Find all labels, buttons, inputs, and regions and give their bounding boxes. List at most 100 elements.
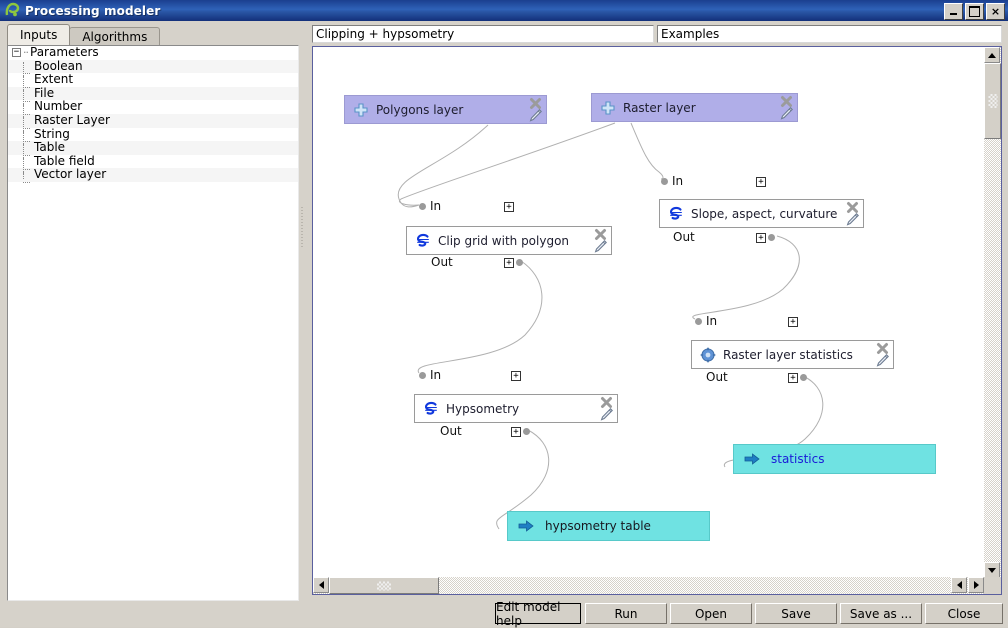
- edit-pencil-icon[interactable]: [845, 212, 860, 227]
- node-raster-layer-statistics[interactable]: Raster layer statistics: [691, 340, 894, 369]
- port-out-dot-clip-grid[interactable]: [516, 259, 527, 266]
- tree-item-file[interactable]: File: [8, 87, 298, 101]
- tab-algorithms[interactable]: Algorithms: [69, 27, 160, 45]
- node-actions: [596, 396, 614, 423]
- expand-in-hypsometry[interactable]: +: [511, 371, 521, 381]
- connection-lines: [313, 47, 985, 578]
- port-in-slope[interactable]: In: [661, 174, 683, 188]
- node-actions: [590, 228, 608, 255]
- port-label: In: [430, 199, 441, 213]
- run-button[interactable]: Run: [585, 603, 667, 624]
- model-canvas[interactable]: Polygons layer: [313, 47, 985, 578]
- node-slope-aspect-curvature[interactable]: Slope, aspect, curvature: [659, 199, 864, 228]
- window-title: Processing modeler: [25, 4, 160, 18]
- tree-root-label: Parameters: [30, 46, 99, 60]
- scroll-right-prev-button[interactable]: [951, 577, 967, 593]
- tree-item-extent[interactable]: Extent: [8, 73, 298, 87]
- model-panel: Clipping + hypsometry Examples: [306, 21, 1008, 601]
- tree-item-label: Boolean: [34, 60, 83, 74]
- tree-item-label: String: [34, 128, 70, 142]
- parameters-tree[interactable]: −·· Parameters Boolean Extent File Numbe…: [7, 45, 299, 601]
- tree-item-number[interactable]: Number: [8, 100, 298, 114]
- node-output-statistics[interactable]: statistics: [733, 444, 936, 474]
- dialog-button-bar: Edit model help Run Open Save Save as ..…: [0, 601, 1008, 627]
- scroll-up-button[interactable]: [984, 47, 1000, 63]
- horizontal-scroll-thumb[interactable]: [329, 577, 439, 594]
- port-in-hypsometry[interactable]: In: [419, 368, 441, 382]
- port-label: In: [430, 368, 441, 382]
- node-label: Clip grid with polygon: [438, 234, 569, 248]
- port-out-dot-hypsometry[interactable]: [523, 428, 534, 435]
- node-actions: [842, 201, 860, 228]
- node-raster-layer[interactable]: Raster layer: [591, 93, 798, 122]
- tree-item-vector-layer[interactable]: Vector layer: [8, 168, 298, 182]
- model-name-input[interactable]: Clipping + hypsometry: [312, 25, 654, 43]
- port-in-clip-grid[interactable]: In: [419, 199, 441, 213]
- scroll-right-button[interactable]: [968, 577, 984, 593]
- tree-item-string[interactable]: String: [8, 128, 298, 142]
- edit-pencil-icon[interactable]: [779, 106, 794, 121]
- plus-cross-icon: [353, 102, 369, 118]
- tree-item-boolean[interactable]: Boolean: [8, 60, 298, 74]
- close-button[interactable]: ×: [986, 3, 1005, 20]
- node-label: Slope, aspect, curvature: [691, 207, 837, 221]
- vertical-scroll-thumb[interactable]: [984, 63, 1001, 139]
- panel-splitter[interactable]: [299, 25, 306, 579]
- node-actions: [872, 342, 890, 369]
- plus-cross-icon: [600, 100, 616, 116]
- node-label: Hypsometry: [446, 402, 519, 416]
- saga-icon: [668, 206, 684, 222]
- port-out-clip-grid[interactable]: Out: [431, 255, 453, 269]
- port-out-dot-raster-stats[interactable]: [800, 374, 811, 381]
- tree-item-label: Table field: [34, 155, 95, 169]
- edit-pencil-icon[interactable]: [593, 239, 608, 254]
- port-out-hypsometry[interactable]: Out: [440, 424, 462, 438]
- collapse-icon[interactable]: −: [12, 48, 21, 57]
- expand-in-clip-grid[interactable]: +: [504, 202, 514, 212]
- edit-pencil-icon[interactable]: [599, 407, 614, 422]
- port-out-dot-slope[interactable]: [768, 234, 779, 241]
- edit-model-help-button[interactable]: Edit model help: [495, 603, 581, 624]
- node-label: statistics: [771, 452, 825, 466]
- open-button[interactable]: Open: [670, 603, 752, 624]
- port-out-raster-stats[interactable]: Out: [706, 370, 728, 384]
- expand-out-slope[interactable]: +: [756, 233, 766, 243]
- expand-in-raster-stats[interactable]: +: [788, 317, 798, 327]
- tree-item-label: Raster Layer: [34, 114, 110, 128]
- saga-icon: [415, 233, 431, 249]
- scroll-left-button[interactable]: [313, 577, 329, 593]
- node-output-hypsometry-table[interactable]: hypsometry table: [507, 511, 710, 541]
- maximize-button[interactable]: [965, 3, 984, 20]
- save-as-button[interactable]: Save as ...: [840, 603, 922, 624]
- port-in-raster-stats[interactable]: In: [695, 314, 717, 328]
- tree-item-raster-layer[interactable]: Raster Layer: [8, 114, 298, 128]
- tree-item-label: File: [34, 87, 54, 101]
- expand-out-hypsometry[interactable]: +: [511, 427, 521, 437]
- expand-out-raster-stats[interactable]: +: [788, 373, 798, 383]
- save-button[interactable]: Save: [755, 603, 837, 624]
- minimize-button[interactable]: [944, 3, 963, 20]
- canvas-horizontal-scrollbar[interactable]: [313, 577, 985, 594]
- tree-root-parameters[interactable]: −·· Parameters: [8, 46, 298, 60]
- node-hypsometry[interactable]: Hypsometry: [414, 394, 618, 423]
- expand-out-clip-grid[interactable]: +: [504, 258, 514, 268]
- node-label: Polygons layer: [376, 103, 463, 117]
- model-group-input[interactable]: Examples: [657, 25, 1002, 43]
- expand-in-slope[interactable]: +: [756, 177, 766, 187]
- node-polygons-layer[interactable]: Polygons layer: [344, 95, 547, 124]
- qgis-icon: [4, 2, 21, 19]
- node-clip-grid-with-polygon[interactable]: Clip grid with polygon: [406, 226, 612, 255]
- edit-pencil-icon[interactable]: [875, 353, 890, 368]
- tree-item-table[interactable]: Table: [8, 141, 298, 155]
- tree-item-table-field[interactable]: Table field: [8, 155, 298, 169]
- close-dialog-button[interactable]: Close: [925, 603, 1003, 624]
- node-label: hypsometry table: [545, 519, 651, 533]
- tab-inputs[interactable]: Inputs: [7, 24, 70, 45]
- port-label: Out: [431, 255, 453, 269]
- title-bar: Processing modeler ×: [0, 0, 1008, 21]
- canvas-vertical-scrollbar[interactable]: [984, 47, 1001, 578]
- scroll-down-button[interactable]: [984, 562, 1000, 578]
- port-out-slope[interactable]: Out: [673, 230, 695, 244]
- edit-pencil-icon[interactable]: [528, 108, 543, 123]
- tree-item-label: Extent: [34, 73, 73, 87]
